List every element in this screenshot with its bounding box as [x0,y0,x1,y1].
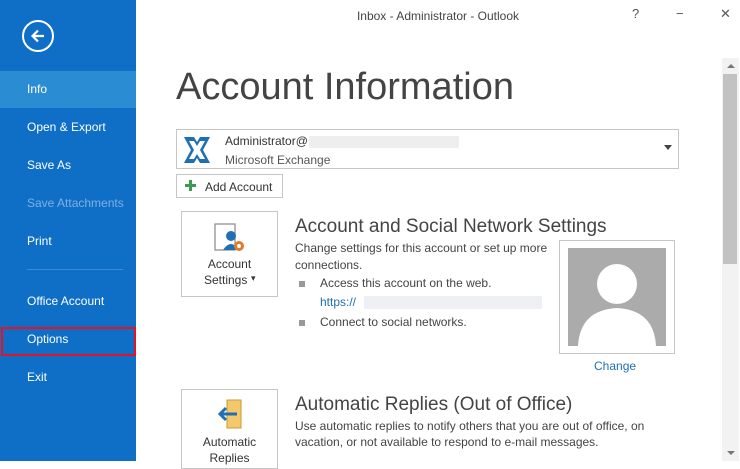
automatic-replies-icon [217,399,242,429]
minimize-button[interactable]: − [676,6,684,21]
back-button[interactable] [22,20,54,52]
account-settings-icon [214,223,244,251]
dropdown-arrow-icon [664,145,672,150]
bullet-icon [299,320,305,326]
window-title: Inbox - Administrator - Outlook [356,9,520,23]
automatic-replies-label-2: Replies [209,451,250,465]
automatic-replies-label-1: Automatic [202,435,257,449]
nav-save-attachments: Save Attachments [27,196,124,210]
account-settings-desc-1: Change settings for this account or set … [295,241,548,255]
nav-save-as[interactable]: Save As [0,147,136,184]
page-title: Account Information [176,66,514,108]
account-type: Microsoft Exchange [225,153,331,167]
automatic-replies-title: Automatic Replies (Out of Office) [295,394,573,415]
add-account-button[interactable]: Add Account [176,174,283,198]
bullet-icon [299,281,305,287]
automatic-replies-desc-1: Use automatic replies to notify others t… [295,419,645,433]
profile-photo-frame [559,240,675,354]
options-highlight-box [1,327,136,356]
chevron-down-icon: ▾ [251,273,256,283]
scroll-down-icon[interactable] [727,451,735,455]
backstage-sidebar: Info Open & Export Save As Save Attachme… [0,0,136,461]
account-settings-label-1: Account [207,257,252,271]
back-arrow-icon [30,29,44,43]
close-button[interactable]: ✕ [720,6,731,22]
nav-exit[interactable]: Exit [0,359,136,396]
profile-photo [568,248,666,346]
account-settings-desc-2: connections. [295,258,363,272]
automatic-replies-button[interactable]: Automatic Replies [181,389,278,469]
web-access-text: Access this account on the web. [320,276,492,290]
exchange-icon [184,137,210,163]
redacted-url [364,296,542,309]
account-settings-button[interactable]: Account Settings ▾ [181,211,278,297]
person-silhouette-icon [578,264,656,346]
nav-open-export[interactable]: Open & Export [0,109,136,146]
scroll-up-icon[interactable] [727,64,735,68]
redacted-email [309,136,459,148]
account-selector[interactable]: Administrator@ Microsoft Exchange [176,129,679,169]
help-button[interactable]: ? [632,6,639,21]
account-email: Administrator@ [225,134,308,148]
nav-info[interactable]: Info [0,71,136,108]
social-networks-text: Connect to social networks. [320,315,467,329]
vertical-scrollbar[interactable] [722,58,739,461]
add-account-label: Add Account [205,180,273,194]
plus-icon [185,180,196,191]
nav-office-account[interactable]: Office Account [0,283,136,320]
title-bar: Inbox - Administrator - Outlook ? − ✕ [136,0,740,32]
scroll-thumb[interactable] [723,74,737,264]
nav-divider [27,269,123,270]
account-settings-label-2: Settings [204,273,248,287]
change-photo-link[interactable]: Change [594,359,636,373]
automatic-replies-desc-2: vacation, or not available to respond to… [295,435,599,449]
nav-print[interactable]: Print [0,223,136,260]
account-settings-title: Account and Social Network Settings [295,216,607,237]
web-access-link[interactable]: https:// [320,295,356,309]
